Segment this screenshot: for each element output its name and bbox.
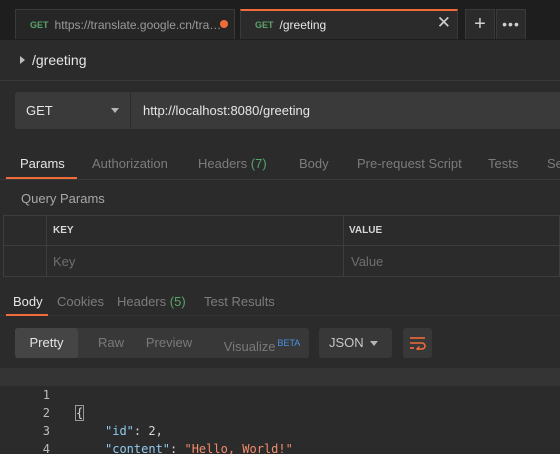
chevron-down-icon (111, 108, 119, 113)
code-line: 3 "content": "Hello, World!" (0, 404, 293, 454)
headers-count: (7) (250, 156, 267, 171)
tab-authorization[interactable]: Authorization (92, 156, 168, 171)
column-header-value: VALUE (349, 225, 383, 236)
request-tab-greeting[interactable]: GET /greeting ✕ (240, 9, 458, 39)
code-line: 1 { (0, 368, 560, 421)
tab-params[interactable]: Params (20, 156, 65, 171)
active-tab-indicator (6, 177, 77, 179)
value-input[interactable]: Value (351, 254, 383, 269)
request-name: /greeting (32, 52, 87, 68)
url-input[interactable]: http://localhost:8080/greeting (131, 92, 560, 129)
tab-cookies[interactable]: Cookies (57, 294, 104, 309)
code-line: 2 "id": 2, (0, 386, 163, 438)
url-value: http://localhost:8080/greeting (143, 103, 310, 118)
column-header-key: KEY (53, 225, 74, 236)
chevron-down-icon (370, 341, 378, 346)
language-value: JSON (329, 335, 364, 350)
tab-settings[interactable]: Se (547, 156, 560, 171)
headers-count: (5) (169, 294, 186, 309)
raw-button[interactable]: Raw (83, 328, 139, 358)
table-divider (4, 245, 559, 246)
tab-title: https://translate.google.cn/tran... (54, 17, 225, 32)
table-divider (46, 216, 47, 276)
request-title[interactable]: /greeting (20, 50, 86, 70)
new-tab-button[interactable]: + (465, 9, 495, 39)
wrap-lines-button[interactable] (403, 328, 432, 358)
code-line: 4 } (0, 422, 50, 454)
json-key: "id" (105, 424, 134, 438)
tab-method-badge: GET (30, 19, 49, 30)
tab-test-results[interactable]: Test Results (204, 294, 275, 309)
query-params-title: Query Params (21, 191, 105, 206)
tab-title: /greeting (279, 18, 327, 32)
divider (0, 80, 560, 81)
visualize-button[interactable]: Visualize BETA (215, 328, 309, 358)
request-tabs: Params Authorization Headers (7) Body Pr… (0, 148, 560, 180)
code-text: { (74, 404, 85, 422)
wrap-lines-icon (409, 337, 426, 350)
response-tabs: Body Cookies Headers (5) Test Results (0, 286, 560, 316)
key-input[interactable]: Key (53, 254, 75, 269)
format-toggle-group: Pretty Raw Preview Visualize BETA (15, 328, 309, 358)
tab-label: Headers (198, 156, 248, 171)
json-value: "Hello, World!" (184, 442, 293, 454)
request-tab-translate[interactable]: GET https://translate.google.cn/tran... (15, 9, 235, 39)
code-text: "id": 2, (105, 424, 163, 438)
close-icon[interactable]: ✕ (437, 13, 451, 33)
code-text: "content": "Hello, World!" (105, 442, 293, 454)
unsaved-dot-icon (220, 20, 228, 28)
tab-label: Headers (117, 294, 167, 309)
beta-badge: BETA (277, 338, 301, 348)
active-tab-indicator (6, 314, 48, 316)
open-brace: { (74, 405, 85, 421)
language-select[interactable]: JSON (319, 328, 392, 358)
visualize-label: Visualize (223, 339, 276, 354)
tab-response-body[interactable]: Body (13, 294, 43, 309)
more-tabs-button[interactable]: ••• (496, 9, 526, 39)
tab-response-headers[interactable]: Headers (5) (117, 294, 186, 309)
json-value: 2 (148, 424, 156, 438)
pretty-button[interactable]: Pretty (15, 328, 78, 358)
tab-pre-request-script[interactable]: Pre-request Script (357, 156, 462, 171)
preview-button[interactable]: Preview (139, 328, 199, 358)
caret-right-icon[interactable] (20, 56, 25, 64)
tab-headers[interactable]: Headers (7) (198, 156, 267, 171)
query-params-table: KEY VALUE Key Value (3, 215, 560, 277)
response-body-editor[interactable]: 1 { 2 "id": 2, 3 "content": "Hello, Worl… (0, 368, 560, 454)
method-select[interactable]: GET (15, 92, 130, 129)
ellipsis-icon: ••• (502, 16, 520, 32)
line-number: 4 (42, 442, 50, 454)
plus-icon: + (474, 13, 486, 35)
json-key: "content" (105, 442, 171, 454)
tab-tests[interactable]: Tests (488, 156, 518, 171)
tab-method-badge: GET (255, 20, 274, 30)
tab-body[interactable]: Body (299, 156, 329, 171)
table-divider (343, 216, 344, 276)
method-value: GET (26, 103, 53, 118)
tab-strip: GET https://translate.google.cn/tran... … (0, 0, 560, 40)
